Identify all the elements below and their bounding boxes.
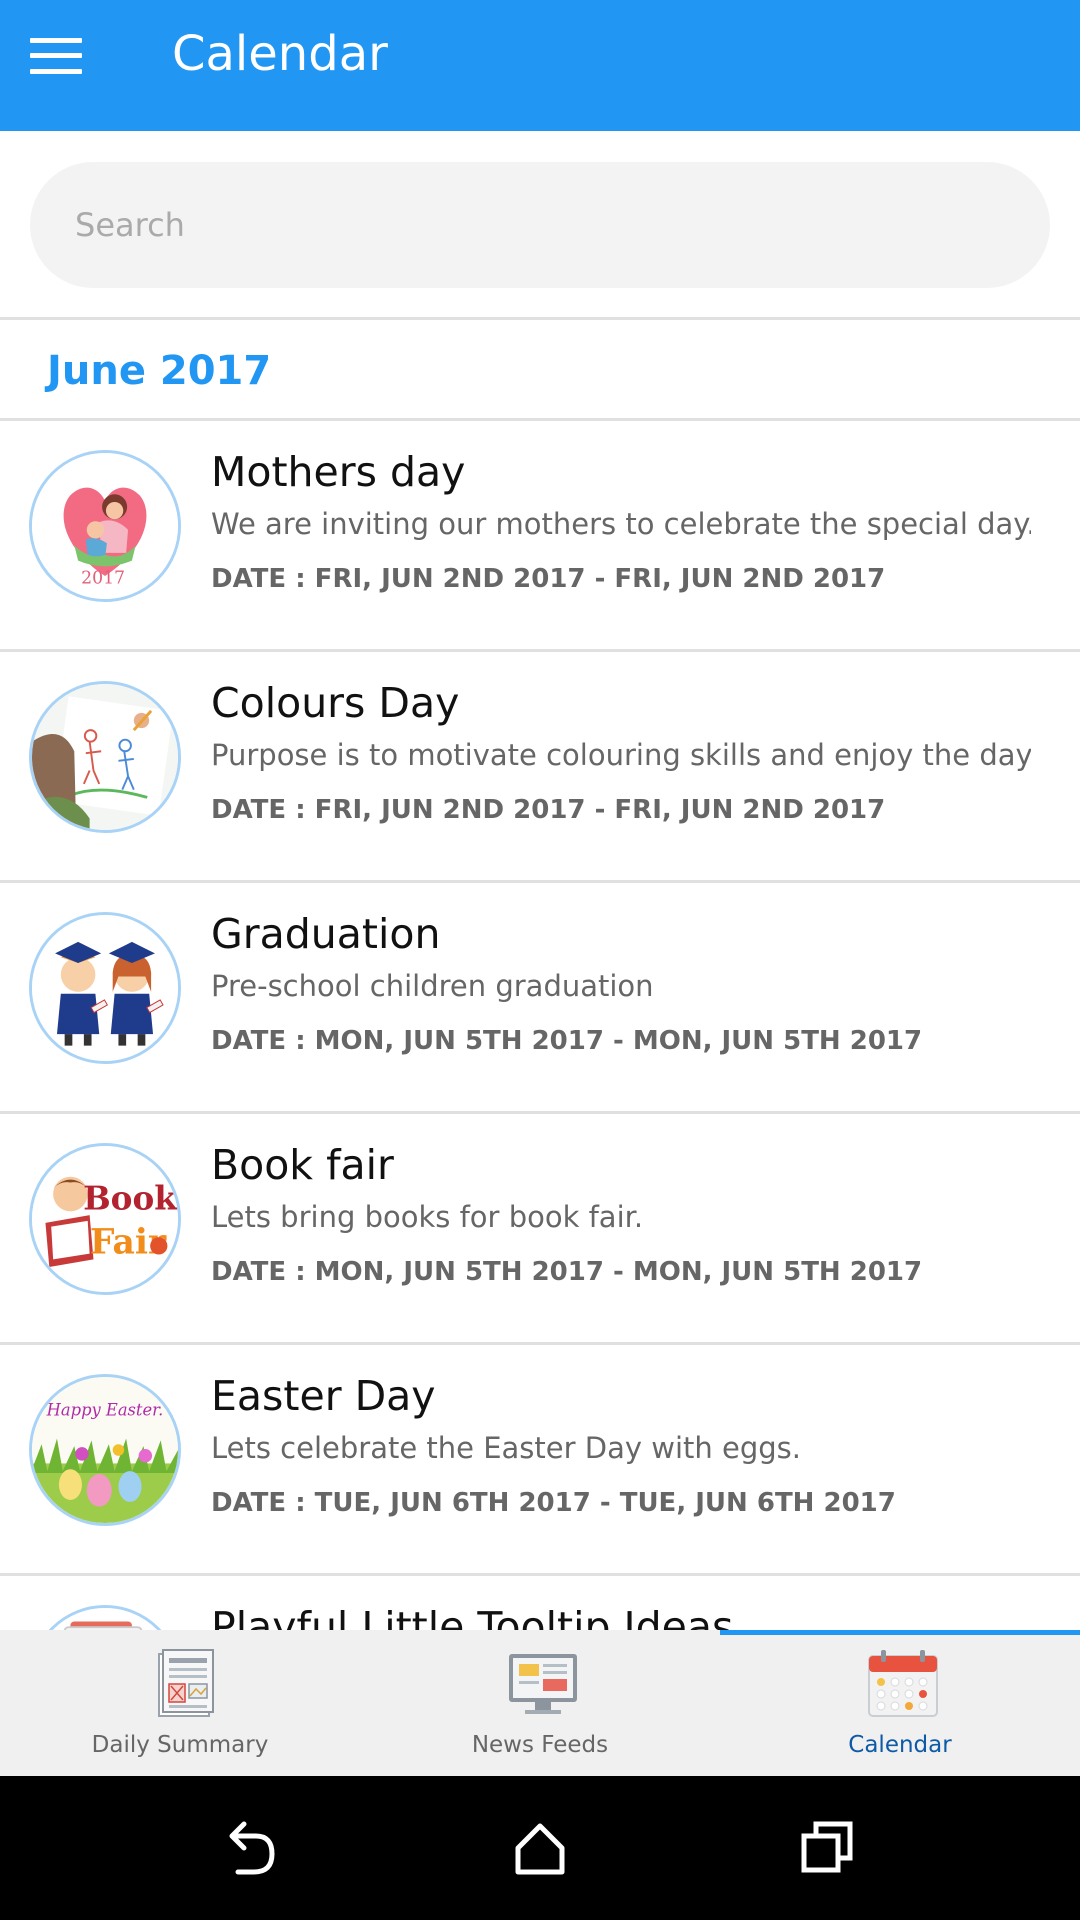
svg-text:Happy Easter.: Happy Easter. bbox=[46, 1400, 164, 1419]
event-title: Book fair bbox=[211, 1141, 394, 1189]
event-title: Colours Day bbox=[211, 679, 460, 727]
system-nav-bar bbox=[0, 1776, 1080, 1920]
event-item[interactable]: Colours Day Purpose is to motivate colou… bbox=[0, 652, 1080, 883]
event-title: Playful Little Tooltip Ideas bbox=[211, 1603, 734, 1630]
bottom-navigation: Daily Summary News Feeds Calendar bbox=[0, 1630, 1080, 1776]
menu-icon[interactable] bbox=[30, 36, 82, 76]
app-bar: Calendar bbox=[0, 0, 1080, 131]
daily-summary-icon bbox=[145, 1646, 221, 1722]
tab-label: Calendar bbox=[848, 1732, 952, 1758]
event-description: Pre-school children graduation bbox=[211, 969, 654, 1003]
home-icon[interactable] bbox=[500, 1808, 580, 1888]
page-title: Calendar bbox=[172, 26, 388, 82]
search-input[interactable] bbox=[75, 162, 1005, 288]
event-date: DATE : FRI, JUN 2ND 2017 - FRI, JUN 2ND … bbox=[211, 795, 886, 825]
svg-text:Book: Book bbox=[83, 1178, 178, 1217]
event-date: DATE : FRI, JUN 2ND 2017 - FRI, JUN 2ND … bbox=[211, 564, 886, 594]
tab-label: Daily Summary bbox=[91, 1732, 269, 1758]
event-description: Lets celebrate the Easter Day with eggs. bbox=[211, 1431, 801, 1465]
event-date: DATE : TUE, JUN 6TH 2017 - TUE, JUN 6TH … bbox=[211, 1488, 896, 1518]
tab-calendar[interactable]: Calendar bbox=[720, 1630, 1080, 1776]
event-item[interactable]: Playful Little Tooltip Ideas bbox=[0, 1576, 1080, 1630]
tab-label: News Feeds bbox=[471, 1732, 609, 1758]
event-list[interactable]: 2017 Mothers day We are inviting our mot… bbox=[0, 421, 1080, 1630]
back-icon[interactable] bbox=[212, 1808, 292, 1888]
month-section-header: June 2017 bbox=[0, 320, 1080, 421]
colouring-child-image bbox=[29, 681, 181, 833]
calendar-icon bbox=[865, 1646, 941, 1722]
graduates-image bbox=[29, 912, 181, 1064]
event-description: Purpose is to motivate colouring skills … bbox=[211, 738, 1031, 772]
event-date: DATE : MON, JUN 5TH 2017 - MON, JUN 5TH … bbox=[211, 1257, 923, 1287]
event-item[interactable]: Graduation Pre-school children graduatio… bbox=[0, 883, 1080, 1114]
event-title: Graduation bbox=[211, 910, 441, 958]
svg-text:2017: 2017 bbox=[81, 569, 125, 589]
tab-news-feeds[interactable]: News Feeds bbox=[360, 1630, 720, 1776]
event-item[interactable]: 2017 Mothers day We are inviting our mot… bbox=[0, 421, 1080, 652]
month-label: June 2017 bbox=[47, 348, 272, 394]
event-item[interactable]: Happy Easter. Easter Day Lets celebrate … bbox=[0, 1345, 1080, 1576]
easter-image: Happy Easter. bbox=[29, 1374, 181, 1526]
recents-icon[interactable] bbox=[788, 1808, 868, 1888]
news-feeds-icon bbox=[505, 1646, 581, 1722]
event-item[interactable]: Book Fair Book fair Lets bring books for… bbox=[0, 1114, 1080, 1345]
search-field[interactable] bbox=[30, 162, 1050, 288]
event-title: Mothers day bbox=[211, 448, 466, 496]
search-bar bbox=[0, 131, 1080, 320]
event-description: We are inviting our mothers to celebrate… bbox=[211, 507, 1031, 541]
tab-daily-summary[interactable]: Daily Summary bbox=[0, 1630, 360, 1776]
tooltip-image bbox=[29, 1605, 181, 1630]
event-date: DATE : MON, JUN 5TH 2017 - MON, JUN 5TH … bbox=[211, 1026, 923, 1056]
mothers-day-image: 2017 bbox=[29, 450, 181, 602]
event-description: Lets bring books for book fair. bbox=[211, 1200, 644, 1234]
book-fair-image: Book Fair bbox=[29, 1143, 181, 1295]
event-title: Easter Day bbox=[211, 1372, 436, 1420]
